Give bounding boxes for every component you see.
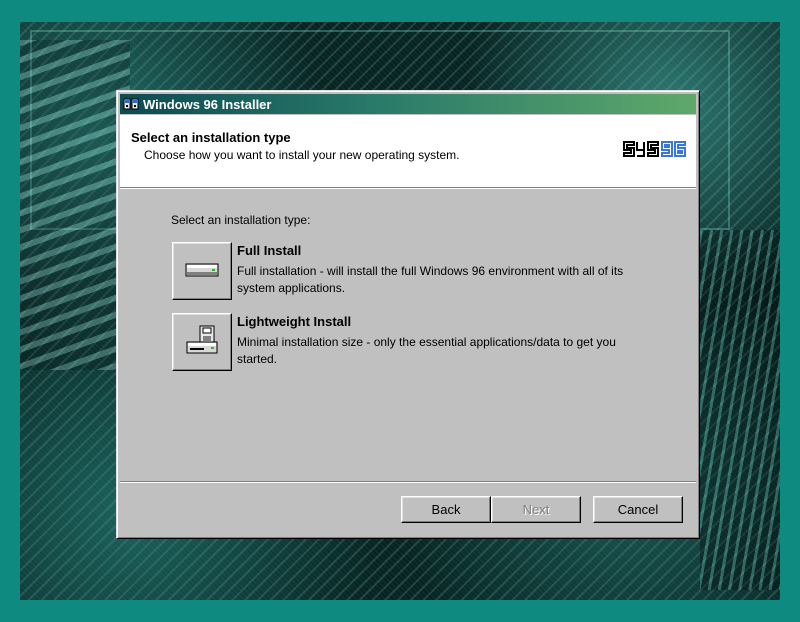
next-button[interactable]: Next [491, 496, 581, 523]
full-install-description: Full installation - will install the ful… [237, 264, 624, 295]
wizard-header-title: Select an installation type [131, 130, 291, 145]
cancel-button[interactable]: Cancel [593, 496, 683, 523]
installer-icon [123, 96, 139, 112]
full-install-title[interactable]: Full Install [237, 243, 301, 258]
floppy-install-icon [184, 324, 220, 361]
title-bar[interactable]: Windows 96 Installer [120, 94, 696, 114]
window-title: Windows 96 Installer [143, 96, 272, 112]
footer-separator [120, 481, 696, 483]
lightweight-install-title[interactable]: Lightweight Install [237, 314, 351, 329]
back-button[interactable]: Back [401, 496, 491, 523]
lightweight-install-description: Minimal installation size - only the ess… [237, 335, 616, 366]
installer-window: Windows 96 Installer Select an installat… [116, 90, 700, 539]
install-type-label: Select an installation type: [171, 213, 311, 227]
lightweight-install-button[interactable] [172, 313, 232, 371]
wallpaper-right-art [700, 230, 780, 590]
wallpaper-keyboard-art [20, 40, 130, 370]
full-install-button[interactable] [172, 242, 232, 300]
wizard-header: Select an installation type Choose how y… [120, 115, 696, 188]
wizard-header-subtitle: Choose how you want to install your new … [144, 148, 460, 162]
sys96-logo [622, 138, 692, 165]
hard-drive-icon [185, 260, 219, 283]
